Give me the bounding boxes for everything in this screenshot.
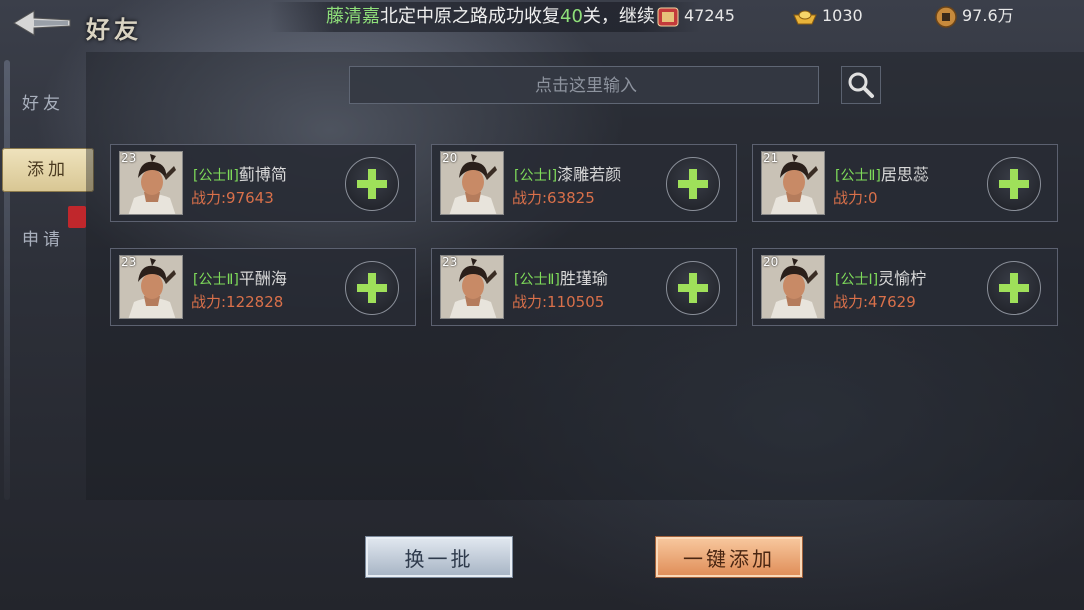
plus-icon bbox=[357, 273, 387, 303]
player-rank-title: [公士Ⅰ] bbox=[514, 168, 558, 184]
copper-coin-icon bbox=[935, 5, 957, 28]
search-input[interactable] bbox=[350, 67, 822, 105]
gold-value: 1030 bbox=[822, 6, 863, 25]
add-friend-button[interactable] bbox=[987, 157, 1041, 211]
plus-icon bbox=[999, 169, 1029, 199]
player-level: 21 bbox=[763, 151, 779, 165]
player-power: 战力:122828 bbox=[191, 293, 284, 311]
player-power: 战力:47629 bbox=[833, 293, 916, 311]
player-name: 蓟博简 bbox=[238, 165, 287, 184]
player-power: 战力:0 bbox=[833, 189, 878, 207]
add-friend-button[interactable] bbox=[345, 261, 399, 315]
top-bar: 好友 藤清嘉北定中原之路成功收复40关，继续 47245 1030 97.6万 bbox=[0, 0, 1084, 44]
resource-stamina[interactable]: 47245 bbox=[656, 4, 735, 28]
player-name: 漆雕若颜 bbox=[557, 165, 622, 184]
plus-icon bbox=[678, 169, 708, 199]
player-card: 23 [公士Ⅱ]平酬海 战力:122828 bbox=[110, 248, 416, 326]
add-friend-button[interactable] bbox=[987, 261, 1041, 315]
player-level: 20 bbox=[442, 151, 458, 165]
plus-icon bbox=[678, 273, 708, 303]
search-box[interactable] bbox=[349, 66, 822, 105]
resource-gold[interactable]: 1030 bbox=[792, 4, 863, 28]
gold-ingot-icon bbox=[793, 10, 817, 24]
plus-icon bbox=[999, 273, 1029, 303]
player-rank-title: [公士Ⅱ] bbox=[514, 272, 560, 288]
refresh-batch-button[interactable]: 换一批 bbox=[366, 537, 512, 577]
add-friend-button[interactable] bbox=[345, 157, 399, 211]
announcement-ticker: 藤清嘉北定中原之路成功收复40关，继续 bbox=[270, 2, 700, 32]
player-name-line: [公士Ⅱ]蓟博简 bbox=[193, 161, 287, 185]
page-title: 好友 bbox=[86, 15, 142, 44]
ticker-player-name: 藤清嘉 bbox=[326, 6, 380, 27]
add-all-button[interactable]: 一键添加 bbox=[656, 537, 802, 577]
player-name-line: [公士Ⅱ]平酬海 bbox=[193, 265, 287, 289]
copper-value: 97.6万 bbox=[962, 6, 1014, 25]
player-level: 20 bbox=[763, 255, 779, 269]
player-power: 战力:110505 bbox=[512, 293, 605, 311]
plus-icon bbox=[357, 169, 387, 199]
player-name: 胜瑾瑜 bbox=[559, 269, 608, 288]
player-rank-title: [公士Ⅱ] bbox=[193, 168, 239, 184]
player-name: 居思蕊 bbox=[880, 165, 929, 184]
player-card: 20 [公士Ⅰ]灵愉柠 战力:47629 bbox=[752, 248, 1058, 326]
player-name-line: [公士Ⅱ]居思蕊 bbox=[835, 161, 929, 185]
player-level: 23 bbox=[121, 255, 137, 269]
player-name: 灵愉柠 bbox=[878, 269, 927, 288]
player-name-line: [公士Ⅱ]胜瑾瑜 bbox=[514, 265, 608, 289]
search-icon bbox=[848, 72, 874, 98]
player-name-line: [公士Ⅰ]漆雕若颜 bbox=[514, 161, 621, 185]
player-power: 战力:97643 bbox=[191, 189, 274, 207]
player-rank-title: [公士Ⅱ] bbox=[193, 272, 239, 288]
add-friend-button[interactable] bbox=[666, 261, 720, 315]
resource-copper[interactable]: 97.6万 bbox=[934, 4, 1014, 28]
back-arrow-icon bbox=[13, 10, 71, 36]
player-card: 23 [公士Ⅱ]蓟博简 战力:97643 bbox=[110, 144, 416, 222]
tab-add[interactable]: 添加 bbox=[2, 148, 94, 192]
stamina-value: 47245 bbox=[684, 6, 735, 25]
player-card: 23 [公士Ⅱ]胜瑾瑜 战力:110505 bbox=[431, 248, 737, 326]
ticker-text: 北定中原之路成功收复 bbox=[380, 6, 560, 27]
player-level: 23 bbox=[121, 151, 137, 165]
sidebar: 好友 添加 申请 bbox=[0, 60, 94, 500]
ticker-number: 40 bbox=[560, 6, 583, 27]
player-card: 20 [公士Ⅰ]漆雕若颜 战力:63825 bbox=[431, 144, 737, 222]
player-name: 平酬海 bbox=[238, 269, 287, 288]
stamina-icon bbox=[657, 7, 679, 26]
tab-friends[interactable]: 好友 bbox=[4, 80, 82, 128]
player-name-line: [公士Ⅰ]灵愉柠 bbox=[835, 265, 926, 289]
add-friend-button[interactable] bbox=[666, 157, 720, 211]
player-power: 战力:63825 bbox=[512, 189, 595, 207]
player-card: 21 [公士Ⅱ]居思蕊 战力:0 bbox=[752, 144, 1058, 222]
notification-badge bbox=[68, 206, 86, 228]
back-button[interactable]: 好友 bbox=[12, 6, 162, 44]
player-level: 23 bbox=[442, 255, 458, 269]
search-button[interactable] bbox=[841, 66, 881, 104]
ticker-text-2: 关， bbox=[582, 6, 619, 27]
ticker-text-3: 继续 bbox=[618, 6, 655, 27]
player-rank-title: [公士Ⅱ] bbox=[835, 168, 881, 184]
player-rank-title: [公士Ⅰ] bbox=[835, 272, 879, 288]
